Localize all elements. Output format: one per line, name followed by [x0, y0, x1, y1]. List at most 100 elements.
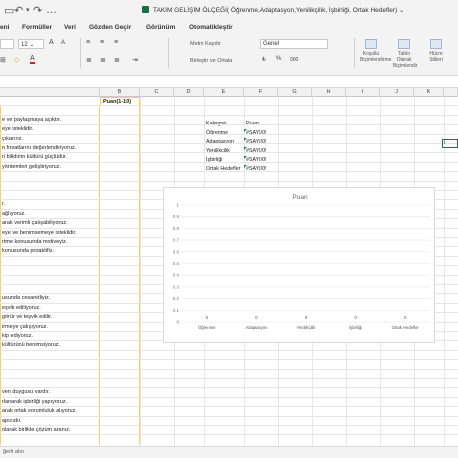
table-row — [0, 144, 458, 154]
y-tick-label: 0.4 — [173, 273, 180, 278]
save-icon[interactable]: ▭ — [4, 4, 14, 17]
data-label: 0 — [404, 315, 407, 320]
conditional-formatting-icon — [365, 39, 377, 49]
table-row — [0, 407, 458, 417]
x-tick-label: Öğrenme — [198, 325, 216, 330]
column-header-h[interactable]: H — [312, 88, 346, 97]
column-header-l[interactable] — [444, 88, 458, 97]
statement-cell[interactable] — [0, 435, 100, 445]
column-header-b[interactable]: B — [100, 88, 140, 97]
thousands-button[interactable]: 000 — [290, 57, 298, 63]
column-header-i[interactable]: I — [346, 88, 380, 97]
ribbon-tabs: eni Formüller Veri Gözden Geçir Görünüm … — [0, 22, 458, 34]
font-size-value: 12 — [21, 42, 28, 48]
y-tick-label: 0 — [176, 320, 179, 325]
align-bottom-icon[interactable]: ≡ — [114, 39, 118, 46]
increase-font-button[interactable]: A — [49, 39, 54, 46]
align-right-icon[interactable]: ≣ — [114, 56, 120, 64]
font-name-select[interactable] — [0, 39, 14, 49]
redo-icon[interactable]: ↷ — [33, 4, 42, 17]
table-row — [0, 360, 458, 370]
cell-styles-icon — [430, 39, 442, 49]
column-header-g[interactable]: G — [278, 88, 312, 97]
y-tick-label: 0.5 — [173, 261, 180, 266]
y-tick-label: 0.9 — [173, 214, 180, 219]
currency-icon[interactable]: ₺ — [262, 56, 266, 63]
excel-file-icon — [142, 6, 149, 13]
table-row — [0, 97, 458, 107]
format-as-table-icon — [398, 39, 410, 49]
table-row — [0, 398, 458, 408]
tab-review[interactable]: Gözden Geçir — [89, 24, 131, 31]
data-label: 0 — [305, 315, 308, 320]
y-tick-label: 0.7 — [173, 238, 180, 243]
number-format-value: Genel — [263, 41, 280, 47]
table-row — [0, 163, 458, 173]
tab-view[interactable]: Görünüm — [146, 24, 175, 31]
fill-color-icon[interactable]: ◇ — [14, 56, 19, 64]
table-row — [0, 379, 458, 389]
table-row — [0, 125, 458, 135]
cell-styles-button[interactable]: Hücre Stilleri — [425, 39, 447, 63]
tab-home[interactable]: eni — [0, 24, 9, 31]
borders-icon[interactable]: ⊞ — [0, 56, 6, 64]
column-header-c[interactable]: C — [140, 88, 174, 97]
conditional-formatting-button[interactable]: Koşullu Biçimlendirme — [360, 39, 391, 63]
tab-formulas[interactable]: Formüller — [22, 24, 52, 31]
column-header-d[interactable]: D — [174, 88, 204, 97]
x-tick-label: Adaptasyon — [245, 325, 268, 330]
percent-button[interactable]: % — [276, 56, 281, 62]
number-format-select[interactable]: Genel — [260, 39, 328, 49]
column-header-f[interactable]: F — [244, 88, 278, 97]
title-dropdown-icon[interactable]: ⌄ — [399, 7, 404, 14]
table-row — [0, 153, 458, 163]
y-tick-label: 0.2 — [173, 296, 180, 301]
align-center-icon[interactable]: ≣ — [100, 56, 106, 64]
ribbon-separator — [80, 38, 81, 68]
font-color-button[interactable]: A — [30, 55, 35, 64]
table-row — [0, 172, 458, 182]
indent-icon[interactable]: ⇥ — [132, 56, 138, 64]
chart-plot-area: 1 0.9 0.8 0.7 0.6 0.5 0.4 0.3 0.2 0.1 0 0 Öğrenme 0 Ad… — [173, 203, 430, 330]
table-row — [0, 426, 458, 436]
font-size-select[interactable]: 12 ⌄ — [18, 39, 44, 49]
wrap-text-button[interactable]: Metni Kaydır — [190, 41, 221, 47]
data-label: 0 — [255, 315, 258, 320]
align-middle-icon[interactable]: ≡ — [100, 39, 104, 46]
tab-data[interactable]: Veri — [64, 24, 76, 31]
score-chart[interactable]: Puan 1 0.9 0.8 0.7 0.6 0.5 0.4 0.3 0.2 0.1 0 0 Öğren… — [163, 187, 435, 343]
ribbon-separator — [168, 38, 169, 68]
x-tick-label: İşbirliği — [349, 325, 362, 330]
align-top-icon[interactable]: ≡ — [86, 39, 90, 46]
status-text: ğerli alın — [3, 449, 24, 455]
undo-dropdown-icon[interactable]: ▾ — [26, 6, 30, 14]
ribbon: 12 ⌄ A A ⊞ ◇ A ≡ ≡ ≡ ≣ ≣ ≣ ⇥ Metni Kaydı… — [0, 34, 458, 76]
document-title-text: TAKIM GELİŞİM ÖLÇEĞİ( Öğrenme,Adaptasyon… — [153, 7, 398, 14]
undo-icon[interactable]: ↶ — [14, 4, 23, 17]
conditional-formatting-label: Koşullu Biçimlendirme — [360, 51, 392, 63]
merge-center-button[interactable]: Birleştir ve Ortala — [190, 58, 232, 64]
status-bar: ğerli alın — [0, 446, 458, 458]
column-header-k[interactable]: K — [414, 88, 444, 97]
more-icon[interactable]: … — [46, 4, 57, 16]
align-left-icon[interactable]: ≣ — [86, 56, 92, 64]
x-tick-label: Ortak Hedefler — [392, 325, 420, 330]
formula-bar[interactable] — [0, 76, 458, 88]
column-header-a[interactable] — [0, 88, 100, 97]
data-label: 0 — [354, 315, 357, 320]
decrease-font-button[interactable]: A — [61, 40, 65, 46]
format-as-table-button[interactable]: Tablo Olarak Biçimlendir — [393, 39, 418, 69]
table-row — [0, 106, 458, 116]
table-row — [0, 135, 458, 144]
data-label: 0 — [206, 315, 209, 320]
column-header-j[interactable]: J — [380, 88, 414, 97]
y-tick-label: 0.1 — [173, 308, 180, 313]
score-input-cell[interactable] — [100, 435, 140, 445]
table-row — [0, 116, 458, 126]
active-cell[interactable]: i — [442, 139, 458, 148]
format-as-table-label: Tablo Olarak Biçimlendir — [393, 51, 418, 69]
x-tick-label: Yenilikçilik — [297, 325, 317, 330]
ribbon-separator — [354, 38, 355, 68]
tab-automate[interactable]: Otomatikleştir — [189, 24, 233, 31]
column-header-e[interactable]: E — [204, 88, 244, 97]
